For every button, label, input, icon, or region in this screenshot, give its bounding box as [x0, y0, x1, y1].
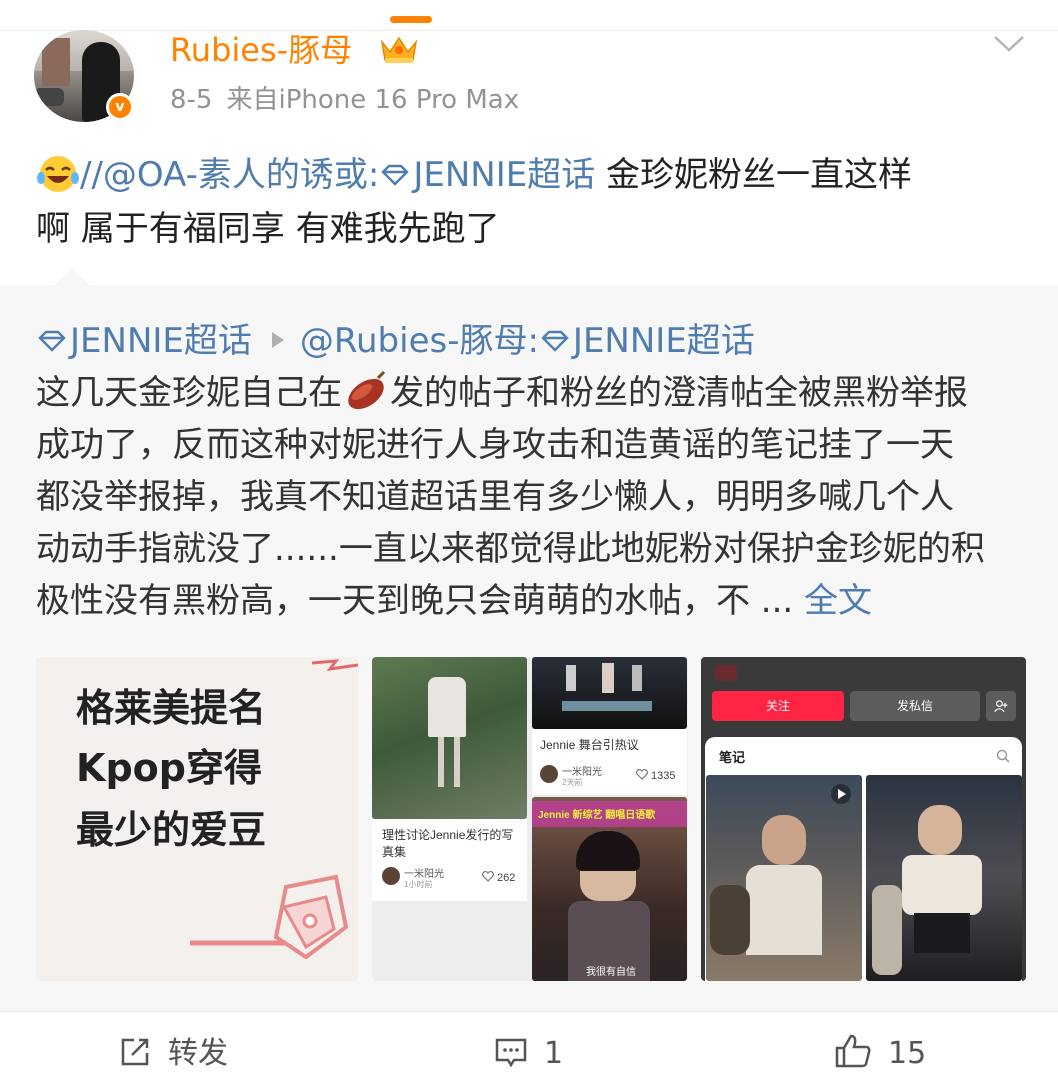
chevron-down-icon[interactable]: [992, 34, 1026, 54]
note-photo-3-caption: 我很有自信: [586, 967, 636, 978]
mini-avatar: [382, 867, 400, 885]
repost-line1b: 发的帖子和粉丝的澄清帖全被黑粉举报: [390, 373, 968, 413]
repost-separator: //: [80, 155, 103, 195]
app-logo-icon: [715, 665, 737, 681]
note-card-2-like-count: 1335: [651, 770, 676, 782]
note-card-2-time: 2天前: [562, 778, 583, 787]
diamond-icon: [38, 330, 66, 352]
repost-author-link[interactable]: @Rubies-豚母:: [300, 321, 539, 361]
note-photo-2: [532, 657, 687, 729]
brush-stroke-icon: [311, 659, 358, 671]
notes-sheet: 笔记: [705, 737, 1022, 981]
like-count: 15: [888, 1036, 927, 1071]
repost-line1a: 这几天金珍妮自己在: [36, 373, 342, 413]
note-card-2-title: Jennie 舞台引热议: [540, 738, 639, 752]
repost-label: 转发: [168, 1036, 228, 1071]
note-card-1-title: 理性讨论Jennie发行的写真集: [382, 828, 514, 859]
divider: [0, 1011, 1058, 1012]
post-source: 来自iPhone 16 Pro Max: [226, 85, 520, 115]
comment-button[interactable]: 1: [494, 1032, 563, 1076]
like-button[interactable]: 15: [834, 1032, 926, 1076]
note-card-2-user: 一米阳光: [562, 767, 602, 778]
note-card-2-likes: 1335: [636, 769, 675, 782]
search-icon: [996, 749, 1010, 763]
note-card-1-like-count: 262: [497, 872, 516, 884]
note-card-1: 理性讨论Jennie发行的写真集 一米阳光 1小时前 262: [372, 819, 527, 901]
note-photo-1: [372, 657, 527, 819]
full-text-link[interactable]: 全文: [804, 581, 872, 621]
diamond-icon: [541, 330, 569, 352]
verified-badge-icon: v: [106, 93, 134, 121]
comment-icon: [495, 1038, 527, 1068]
topic-link[interactable]: JENNIE超话: [413, 155, 595, 195]
notes-title: 笔记: [719, 751, 746, 766]
username[interactable]: Rubies-豚母: [170, 30, 352, 70]
note-column-left: 理性讨论Jennie发行的写真集 一米阳光 1小时前 262: [372, 657, 527, 981]
repost-button[interactable]: 转发: [118, 1032, 228, 1076]
message-button: 发私信: [850, 691, 980, 721]
note-card-1-time: 1小时前: [404, 880, 433, 889]
crown-icon: [380, 36, 418, 63]
play-arrow-icon: [271, 332, 284, 348]
post-meta: 8-5 来自iPhone 16 Pro Max: [170, 82, 519, 118]
notes-photo-1: [706, 775, 862, 981]
tile1-line2: Kpop穿得: [76, 746, 262, 790]
comment-count: 1: [544, 1036, 564, 1071]
note-card-1-user: 一米阳光: [404, 869, 444, 880]
note-photo-3-banner: Jennie 新综艺 翻唱日语歌: [538, 810, 656, 821]
notes-photo-2: [866, 775, 1022, 981]
heart-icon: [482, 871, 494, 882]
image-thumbnail-3[interactable]: 关注 发私信 笔记: [701, 657, 1026, 981]
laugh-cry-emoji-icon: [37, 156, 79, 192]
pen-nib-icon: [190, 874, 349, 960]
note-card-1-likes: 262: [482, 871, 515, 884]
post-text-line1: 金珍妮粉丝一直这样: [595, 155, 913, 195]
note-column-right: Jennie 舞台引热议 一米阳光 2天前 1335 Jennie 新综艺 翻唱…: [532, 657, 687, 981]
sweet-potato-icon: [348, 370, 386, 410]
repost-topic-link[interactable]: JENNIE超话: [70, 321, 252, 361]
image-thumbnail-2[interactable]: 理性讨论Jennie发行的写真集 一米阳光 1小时前 262 Jennie 舞台…: [372, 657, 688, 981]
repost-line2: 成功了，反而这种对妮进行人身攻击和造黄谣的笔记挂了一天: [36, 425, 954, 465]
repost-line3: 都没举报掉，我真不知道超话里有多少懒人，明明多喊几个人: [36, 477, 954, 517]
thumbs-up-icon: [835, 1034, 871, 1068]
mini-avatar: [540, 765, 558, 783]
note-photo-3: Jennie 新综艺 翻唱日语歌 我很有自信: [532, 797, 687, 981]
repost-line4: 动动手指就没了......一直以来都觉得此地妮粉对保护金珍妮的积: [36, 529, 985, 569]
repost-topic2-link[interactable]: JENNIE超话: [573, 321, 755, 361]
image-thumbnail-1[interactable]: 格莱美提名 Kpop穿得 最少的爱豆: [36, 657, 358, 981]
repost-line5: 极性没有黑粉高，一天到晚只会萌萌的水帖，不 ...: [36, 581, 794, 621]
note-card-2: Jennie 舞台引热议 一米阳光 2天前 1335: [532, 729, 687, 795]
add-friend-icon: [986, 691, 1016, 721]
tile1-line1: 格莱美提名: [76, 686, 267, 730]
repost-box[interactable]: JENNIE超话 @Rubies-豚母: JENNIE超话 这几天金珍妮自己在 发的…: [0, 269, 1058, 1011]
repost-header: JENNIE超话 @Rubies-豚母: JENNIE超话: [36, 319, 755, 363]
post-date: 8-5: [170, 85, 213, 115]
post-text-line2: 啊 属于有福同享 有难我先跑了: [36, 209, 500, 249]
diamond-icon: [381, 164, 410, 186]
tile1-line3: 最少的爱豆: [76, 808, 267, 852]
heart-icon: [636, 769, 648, 780]
repost-notch: [54, 269, 90, 285]
divider: [0, 30, 1058, 31]
play-icon: [831, 784, 851, 804]
post-text: //@OA-素人的诱或: JENNIE超话 金珍妮粉丝一直这样 啊 属于有福同享 …: [36, 148, 1026, 256]
top-indicator: [390, 16, 432, 23]
follow-button: 关注: [712, 691, 844, 721]
mention-link[interactable]: @OA-素人的诱或:: [103, 155, 379, 195]
repost-body: 这几天金珍妮自己在 发的帖子和粉丝的澄清帖全被黑粉举报 成功了，反而这种对妮进行…: [36, 367, 1026, 627]
repost-icon: [121, 1038, 149, 1066]
